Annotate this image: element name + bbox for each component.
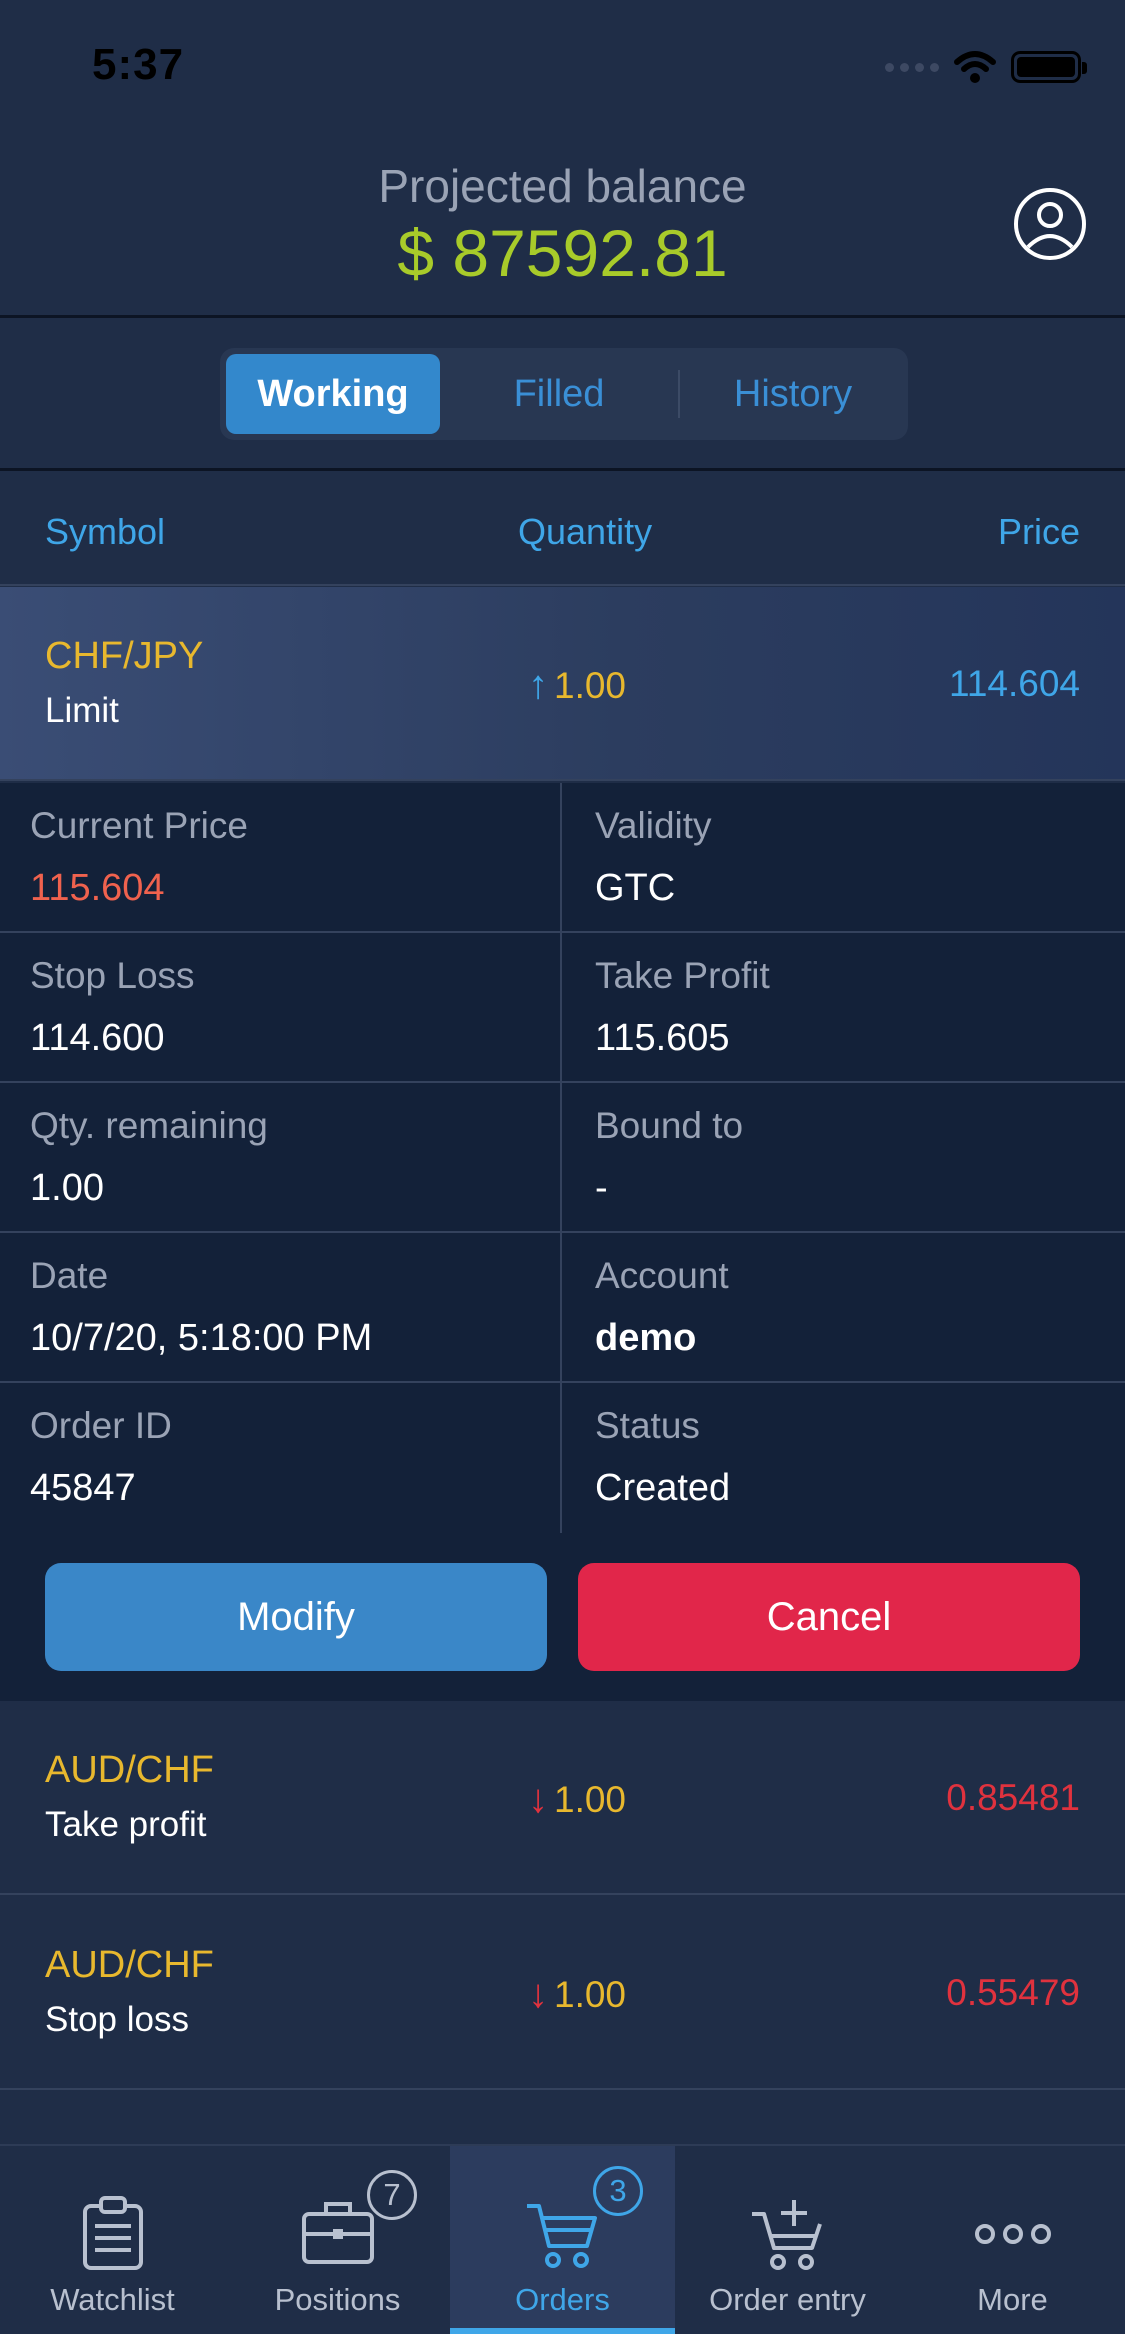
detail-label: Current Price bbox=[30, 805, 248, 846]
detail-current-price: Current Price 115.604 bbox=[0, 783, 562, 933]
battery-icon bbox=[1011, 51, 1087, 83]
detail-bound-to: Bound to - bbox=[562, 1083, 1125, 1233]
order-type: Stop loss bbox=[45, 2000, 189, 2039]
orders-column-header: Symbol Quantity Price bbox=[0, 468, 1125, 586]
detail-take-profit: Take Profit 115.605 bbox=[562, 933, 1125, 1083]
positions-count-badge: 7 bbox=[367, 2170, 417, 2220]
segment-history[interactable]: History bbox=[684, 354, 902, 434]
order-quantity-value: 1.00 bbox=[554, 664, 627, 706]
clipboard-icon bbox=[82, 2196, 143, 2270]
orders-count-badge: 3 bbox=[593, 2166, 643, 2216]
bottom-tab-bar: Watchlist 7 Positions 3 Orders Order ent… bbox=[0, 2144, 1125, 2334]
projected-balance-label: Projected balance bbox=[378, 160, 747, 212]
arrow-down-icon: ↓ bbox=[528, 1972, 548, 2016]
detail-label: Take Profit bbox=[595, 955, 770, 996]
order-filter-segmented-control: Working Filled History bbox=[220, 348, 908, 440]
detail-order-id: Order ID 45847 bbox=[0, 1383, 562, 1533]
tab-label: Positions bbox=[274, 2282, 401, 2317]
order-symbol: CHF/JPY bbox=[45, 635, 204, 677]
more-dots-icon bbox=[974, 2224, 1051, 2244]
order-quantity: ↓ 1.00 bbox=[528, 1777, 626, 1822]
cart-plus-icon bbox=[751, 2200, 822, 2270]
detail-status: Status Created bbox=[562, 1383, 1125, 1533]
user-avatar-icon bbox=[1014, 188, 1086, 260]
detail-value: Created bbox=[595, 1467, 731, 1509]
order-quantity-value: 1.00 bbox=[554, 1778, 627, 1820]
projected-balance-value: $ 87592.81 bbox=[397, 216, 728, 290]
detail-label: Account bbox=[595, 1255, 729, 1296]
wifi-icon bbox=[954, 51, 996, 83]
segment-working[interactable]: Working bbox=[226, 354, 440, 434]
order-price: 0.85481 bbox=[946, 1777, 1080, 1818]
order-row[interactable]: CHF/JPY Limit ↑ 1.00 114.604 bbox=[0, 587, 1125, 781]
tab-more[interactable]: More bbox=[900, 2146, 1125, 2334]
status-time: 5:37 bbox=[92, 40, 185, 89]
segment-separator bbox=[678, 370, 680, 418]
order-price: 0.55479 bbox=[946, 1972, 1080, 2013]
detail-validity: Validity GTC bbox=[562, 783, 1125, 933]
modify-button[interactable]: Modify bbox=[45, 1563, 547, 1671]
segment-filled[interactable]: Filled bbox=[450, 354, 668, 434]
detail-date: Date 10/7/20, 5:18:00 PM bbox=[0, 1233, 562, 1383]
detail-value: 114.600 bbox=[30, 1017, 165, 1059]
detail-qty-remaining: Qty. remaining 1.00 bbox=[0, 1083, 562, 1233]
tab-order-entry[interactable]: Order entry bbox=[675, 2146, 900, 2334]
detail-label: Validity bbox=[595, 805, 712, 846]
status-indicators bbox=[885, 50, 1087, 84]
order-row[interactable]: AUD/CHF Stop loss ↓ 1.00 0.55479 bbox=[0, 1896, 1125, 2090]
detail-label: Bound to bbox=[595, 1105, 744, 1146]
cellular-signal-icon bbox=[885, 62, 939, 72]
tab-label: Orders bbox=[515, 2282, 610, 2317]
column-symbol: Symbol bbox=[45, 511, 166, 552]
arrow-down-icon: ↓ bbox=[528, 1777, 548, 1821]
order-row[interactable]: AUD/CHF Take profit ↓ 1.00 0.85481 bbox=[0, 1701, 1125, 1895]
detail-label: Status bbox=[595, 1405, 700, 1446]
order-type: Limit bbox=[45, 691, 119, 730]
detail-value: 45847 bbox=[30, 1467, 136, 1509]
tab-label: More bbox=[977, 2282, 1048, 2317]
detail-value: - bbox=[595, 1167, 608, 1209]
cart-icon bbox=[526, 2204, 597, 2268]
detail-label: Qty. remaining bbox=[30, 1105, 268, 1146]
detail-value: 1.00 bbox=[30, 1167, 104, 1209]
column-price: Price bbox=[997, 511, 1080, 552]
order-quantity: ↓ 1.00 bbox=[528, 1972, 626, 2017]
tab-positions[interactable]: 7 Positions bbox=[225, 2146, 450, 2334]
status-bar: 5:37 bbox=[0, 0, 1125, 135]
order-quantity-value: 1.00 bbox=[554, 1973, 627, 2015]
detail-account: Account demo bbox=[562, 1233, 1125, 1383]
detail-value: 115.605 bbox=[595, 1017, 730, 1059]
detail-label: Order ID bbox=[30, 1405, 172, 1446]
tab-label: Order entry bbox=[709, 2282, 866, 2317]
detail-label: Date bbox=[30, 1255, 109, 1296]
detail-value: 115.604 bbox=[30, 867, 165, 909]
order-price: 114.604 bbox=[949, 663, 1080, 704]
cancel-button[interactable]: Cancel bbox=[578, 1563, 1080, 1671]
detail-value: 10/7/20, 5:18:00 PM bbox=[30, 1317, 373, 1359]
detail-stop-loss: Stop Loss 114.600 bbox=[0, 933, 562, 1083]
order-type: Take profit bbox=[45, 1805, 207, 1844]
briefcase-icon bbox=[301, 2202, 374, 2264]
tab-watchlist[interactable]: Watchlist bbox=[0, 2146, 225, 2334]
column-quantity: Quantity bbox=[518, 511, 653, 552]
arrow-up-icon: ↑ bbox=[528, 663, 548, 707]
tab-label: Watchlist bbox=[50, 2282, 175, 2317]
detail-value: GTC bbox=[595, 867, 676, 909]
order-details-panel: Current Price 115.604 Validity GTC Stop … bbox=[0, 783, 1125, 1701]
tab-orders[interactable]: 3 Orders bbox=[450, 2146, 675, 2334]
order-symbol: AUD/CHF bbox=[45, 1944, 214, 1986]
order-quantity: ↑ 1.00 bbox=[528, 663, 626, 708]
order-symbol: AUD/CHF bbox=[45, 1749, 214, 1791]
balance-header: Projected balance $ 87592.81 bbox=[0, 135, 1125, 317]
header-divider bbox=[0, 315, 1125, 318]
detail-label: Stop Loss bbox=[30, 955, 195, 996]
detail-value: demo bbox=[595, 1317, 697, 1359]
profile-button[interactable] bbox=[1013, 187, 1087, 261]
